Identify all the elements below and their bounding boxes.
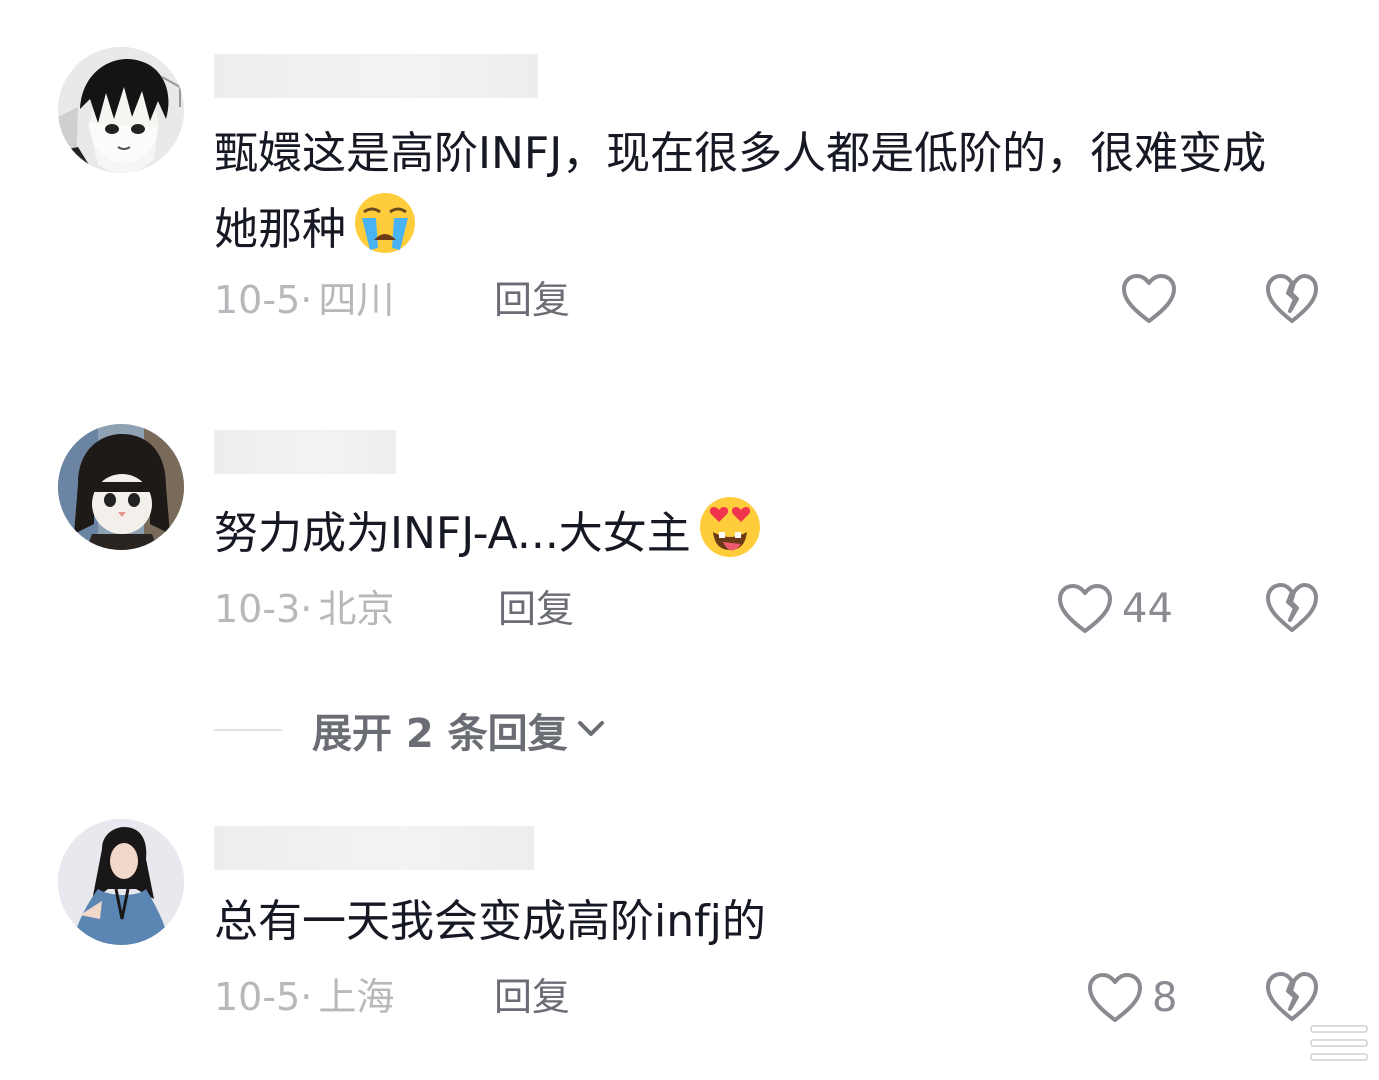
broken-heart-icon [1266, 972, 1318, 1021]
like-button[interactable]: 44 [1056, 580, 1173, 638]
comment-meta: 10-3· 北京 [214, 584, 394, 634]
avatar[interactable] [58, 424, 184, 550]
username-placeholder[interactable] [214, 826, 534, 870]
broken-heart-icon [1266, 583, 1318, 632]
reply-button[interactable]: 回复 [494, 972, 570, 1022]
reply-button[interactable]: 回复 [498, 584, 574, 634]
woman-portrait-avatar-image [58, 819, 184, 945]
username-placeholder[interactable] [214, 430, 396, 474]
comment-location: 四川 [318, 278, 395, 322]
avatar[interactable] [58, 819, 184, 945]
comment-text: 甄嬛这是高阶INFJ，现在很多人都是低阶的，很难变成她那种 [214, 118, 1294, 266]
comment-date: 10-5 [214, 278, 301, 322]
cat-with-wig-avatar-image [58, 424, 184, 550]
heart-outline-icon [1122, 274, 1176, 323]
comment-date: 10-5 [214, 975, 301, 1019]
comment-text: 努力成为INFJ-A...大女主 [214, 494, 1294, 570]
comment-date: 10-3 [214, 587, 301, 631]
meta-separator: · [300, 975, 313, 1019]
like-count: 8 [1152, 975, 1178, 1021]
heart-eyes-tongue-face-icon [697, 494, 763, 560]
meta-separator: · [300, 587, 313, 631]
heart-outline-icon [1088, 973, 1142, 1022]
username-placeholder[interactable] [214, 54, 538, 98]
like-button[interactable]: 8 [1086, 969, 1177, 1027]
watermark-lines-icon [1309, 1022, 1369, 1066]
broken-heart-icon [1266, 274, 1318, 323]
reply-button[interactable]: 回复 [494, 275, 570, 325]
meta-separator: · [300, 278, 313, 322]
loudly-crying-face-icon [352, 190, 418, 256]
heart-outline-icon [1058, 584, 1112, 633]
divider-line [214, 729, 282, 731]
comment-location: 北京 [318, 587, 395, 631]
comment-text: 总有一天我会变成高阶infj的 [214, 886, 1294, 958]
comment-meta: 10-5· 上海 [214, 972, 394, 1022]
dislike-button[interactable] [1264, 271, 1320, 327]
chevron-down-icon [574, 711, 608, 749]
dislike-button[interactable] [1264, 580, 1320, 636]
comment-location: 上海 [318, 975, 395, 1019]
anime-boy-avatar-image [58, 47, 184, 173]
dislike-button[interactable] [1264, 969, 1320, 1025]
expand-replies-label: 展开 2 条回复 [312, 711, 568, 757]
expand-replies-button[interactable]: 展开 2 条回复 [214, 700, 608, 760]
like-count: 44 [1122, 586, 1173, 632]
avatar[interactable] [58, 47, 184, 173]
comment-body: 努力成为INFJ-A...大女主 [214, 508, 691, 559]
comment-meta: 10-5· 四川 [214, 275, 394, 325]
like-button[interactable] [1120, 270, 1178, 328]
comment-body: 总有一天我会变成高阶infj的 [214, 896, 766, 947]
